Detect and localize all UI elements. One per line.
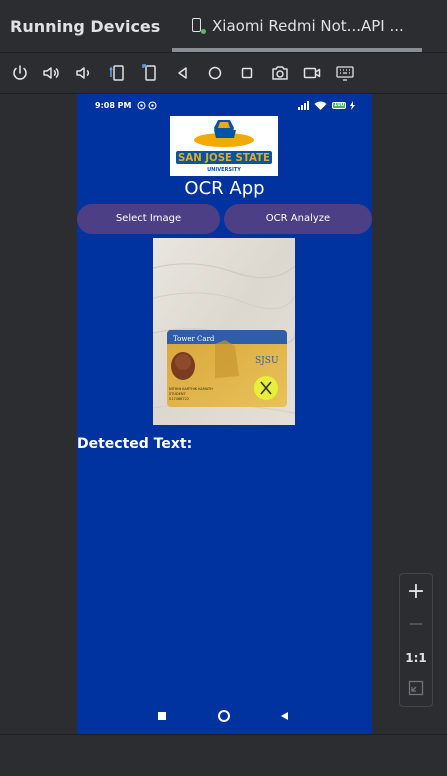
card-id: 017488722 xyxy=(169,397,189,401)
panel-title: Running Devices xyxy=(10,17,161,36)
tab-device-label: Xiaomi Redmi Not...API ... xyxy=(212,17,404,35)
select-image-button[interactable]: Select Image xyxy=(77,204,220,234)
android-nav-bar xyxy=(77,706,372,726)
signal-icon xyxy=(298,101,309,110)
app-title: OCR App xyxy=(184,178,265,199)
keyboard-icon[interactable] xyxy=(335,63,355,83)
zoom-in-button[interactable]: + xyxy=(400,578,432,606)
status-time: 9:08 PM xyxy=(95,101,132,110)
volume-up-icon[interactable] xyxy=(41,63,61,83)
detected-text-label: Detected Text: xyxy=(77,436,193,452)
home-icon[interactable] xyxy=(205,63,225,83)
logo-subtext: UNIVERSITY xyxy=(207,167,241,173)
zoom-controls: + — 1:1 xyxy=(399,573,433,707)
power-icon[interactable] xyxy=(10,63,30,83)
card-role: STUDENT xyxy=(169,392,186,396)
bottom-status-bar xyxy=(0,734,447,776)
recents-nav-icon[interactable] xyxy=(158,712,166,720)
emulator-toolbar xyxy=(0,53,447,94)
running-status-dot xyxy=(201,29,206,34)
back-icon[interactable] xyxy=(173,63,193,83)
tab-active-indicator xyxy=(172,48,422,52)
sjsu-logo: SAN JOSE STATE UNIVERSITY xyxy=(170,116,278,176)
overview-icon[interactable] xyxy=(237,63,257,83)
ocr-analyze-button[interactable]: OCR Analyze xyxy=(224,204,372,234)
phone-status-bar: 9:08 PM 100 xyxy=(77,94,372,118)
device-screen[interactable]: 9:08 PM 100 SAN JOSE STATE UNIVERSITY OC… xyxy=(77,94,372,734)
actual-size-button[interactable]: 1:1 xyxy=(400,644,432,672)
charging-icon xyxy=(350,101,355,110)
screen-record-icon[interactable] xyxy=(302,63,322,83)
selected-image-preview: Tower Card SJSU NITHIN KARTHIK KAMATH ST… xyxy=(153,238,295,425)
fit-screen-icon[interactable] xyxy=(408,680,424,696)
battery-icon: 100 xyxy=(332,102,346,109)
home-nav-icon[interactable] xyxy=(218,710,230,722)
card-brand: SJSU xyxy=(255,356,279,366)
phone-icon xyxy=(192,18,201,32)
volume-down-icon[interactable] xyxy=(73,63,93,83)
logo-wordmark: SAN JOSE STATE xyxy=(178,151,270,164)
zoom-out-button[interactable]: — xyxy=(400,610,432,638)
back-nav-icon[interactable] xyxy=(280,711,290,721)
card-name: NITHIN KARTHIK KAMATH xyxy=(169,387,213,391)
card-title: Tower Card xyxy=(173,335,215,343)
rotate-left-icon[interactable] xyxy=(107,63,127,83)
camera-icon[interactable] xyxy=(270,63,290,83)
notification-icons xyxy=(137,101,157,110)
rotate-right-icon[interactable] xyxy=(140,63,160,83)
tab-device[interactable]: Xiaomi Redmi Not...API ... xyxy=(172,0,422,52)
wifi-icon xyxy=(314,101,327,110)
title-bar: Running Devices Xiaomi Redmi Not...API .… xyxy=(0,0,447,53)
